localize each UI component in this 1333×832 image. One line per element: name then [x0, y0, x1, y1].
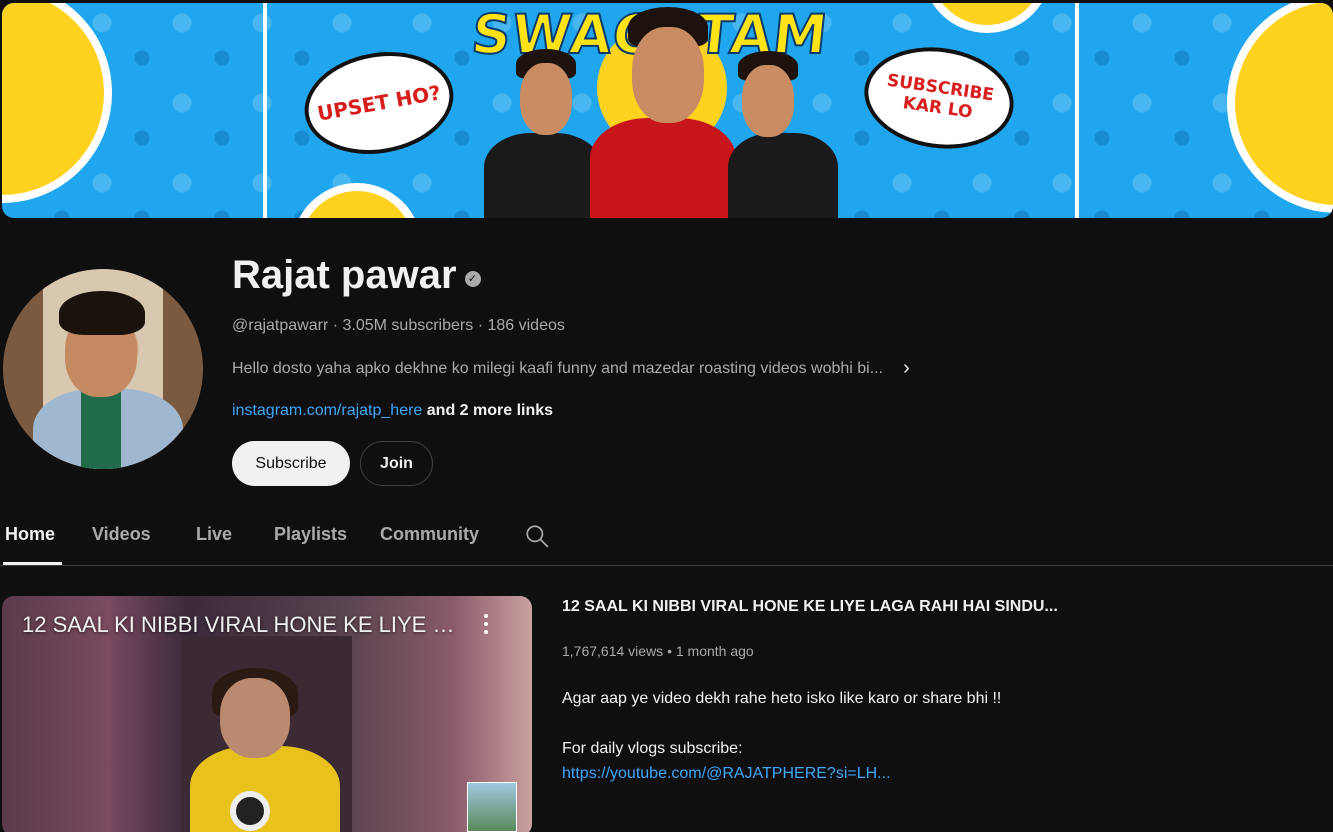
meta-separator: ·	[477, 317, 488, 334]
tab-home[interactable]: Home	[5, 524, 55, 545]
more-links[interactable]: and 2 more links	[427, 402, 553, 419]
desc-line-2: For daily vlogs subscribe:	[562, 740, 743, 757]
active-tab-indicator	[3, 562, 62, 565]
banner-person-right-head	[742, 65, 794, 137]
channel-name-text: Rajat pawar	[232, 253, 457, 297]
channel-link[interactable]: instagram.com/rajatp_here	[232, 402, 422, 419]
upload-age: 1 month ago	[675, 643, 754, 659]
banner-divider-right	[1075, 3, 1079, 218]
verified-icon[interactable]: ✓	[464, 270, 481, 287]
tab-community[interactable]: Community	[380, 524, 479, 545]
search-icon[interactable]	[524, 523, 550, 549]
channel-handle: @rajatpawarr	[232, 317, 329, 334]
subscriber-count: 3.05M subscribers	[342, 317, 474, 334]
tab-live[interactable]: Live	[196, 524, 232, 545]
desc-spacer	[562, 711, 1001, 736]
channel-description-text: Hello dosto yaha apko dekhne ko milegi k…	[232, 359, 884, 377]
join-button[interactable]: Join	[360, 441, 433, 486]
banner-bubble-left-text: UPSET HO?	[315, 80, 443, 126]
tab-videos[interactable]: Videos	[92, 524, 151, 545]
meta-separator: ·	[332, 317, 343, 334]
channel-description[interactable]: Hello dosto yaha apko dekhne ko milegi k…	[232, 357, 910, 380]
meta-dot: •	[667, 643, 676, 659]
banner-divider-left	[263, 3, 267, 218]
channel-tabs: Home Videos Live Playlists Community	[0, 510, 1333, 566]
featured-video-title[interactable]: 12 SAAL KI NIBBI VIRAL HONE KE LIYE LAGA…	[562, 598, 1082, 616]
featured-video-meta: 1,767,614 views • 1 month ago	[562, 643, 754, 659]
desc-url[interactable]: https://youtube.com/@RAJATPHERE?si=LH...	[562, 761, 1001, 786]
banner-person-left-head	[520, 63, 572, 135]
banner-person-left	[484, 133, 602, 218]
channel-name: Rajat pawar ✓	[232, 253, 481, 298]
channel-links: instagram.com/rajatp_here and 2 more lin…	[232, 402, 553, 420]
video-count: 186 videos	[487, 317, 565, 334]
subscribe-button[interactable]: Subscribe	[232, 441, 350, 486]
channel-meta: @rajatpawarr · 3.05M subscribers · 186 v…	[232, 317, 565, 335]
chevron-right-icon[interactable]: ›	[903, 357, 910, 380]
tab-playlists[interactable]: Playlists	[274, 524, 347, 545]
channel-banner: SWAGATAM UPSET HO? SUBSCRIBE KAR LO	[2, 3, 1333, 218]
desc-line-1: Agar aap ye video dekh rahe heto isko li…	[562, 690, 1002, 707]
view-count: 1,767,614 views	[562, 643, 664, 659]
avatar-hair	[59, 291, 145, 335]
featured-video-description: Agar aap ye video dekh rahe heto isko li…	[562, 686, 1001, 786]
channel-watermark[interactable]	[467, 782, 517, 832]
featured-video-thumbnail[interactable]: 12 SAAL KI NIBBI VIRAL HONE KE LIYE L...	[2, 596, 532, 832]
avatar-shirt	[81, 387, 121, 469]
thumb-toy	[230, 791, 270, 831]
banner-person-right	[728, 133, 838, 218]
more-vert-icon[interactable]	[478, 612, 494, 636]
channel-avatar[interactable]	[3, 269, 203, 469]
thumbnail-title: 12 SAAL KI NIBBI VIRAL HONE KE LIYE L...	[22, 612, 462, 637]
banner-person-center-head	[632, 27, 704, 123]
thumb-face	[220, 678, 290, 758]
banner-person-center	[590, 118, 736, 218]
